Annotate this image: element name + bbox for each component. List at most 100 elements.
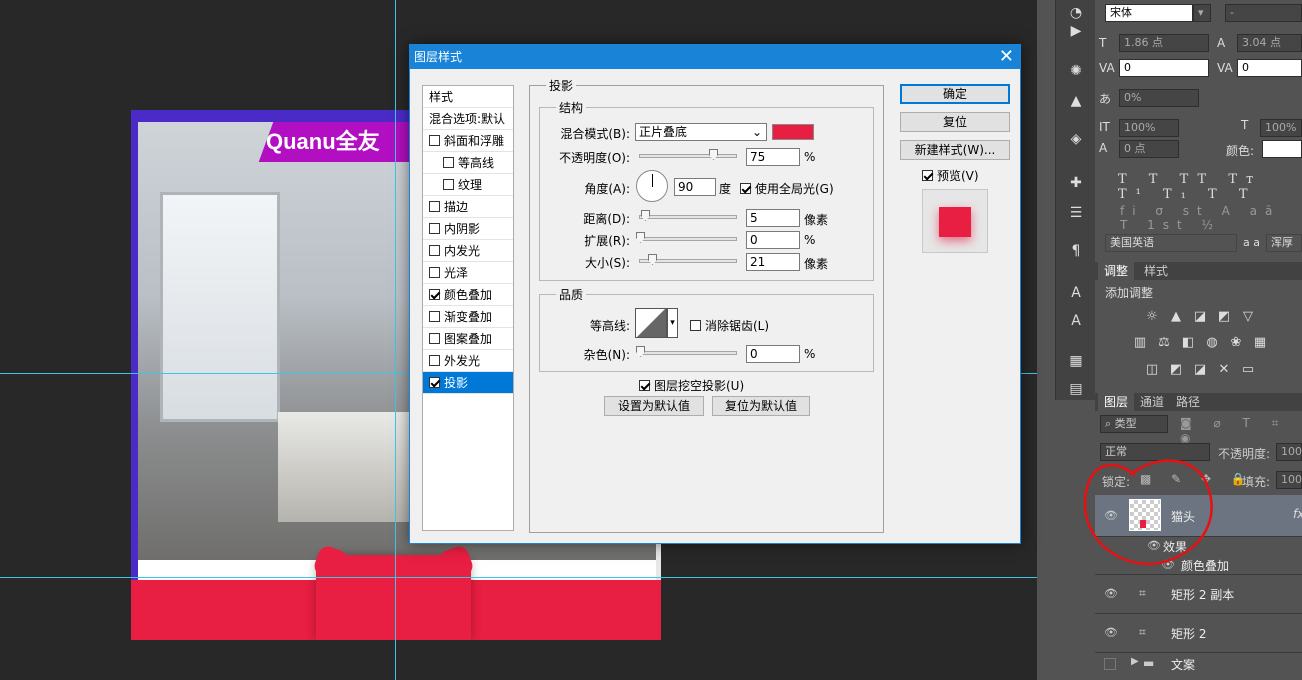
styles-header[interactable]: 样式	[423, 86, 513, 108]
spread-input[interactable]: 0	[746, 231, 800, 249]
tab-adjustments[interactable]: 调整	[1098, 262, 1135, 280]
style-item-outer-glow[interactable]: 外发光	[423, 350, 513, 372]
eye-icon[interactable]: 👁	[1104, 626, 1118, 639]
angle-dial[interactable]	[636, 170, 668, 202]
histogram-icon[interactable]: ◔	[1066, 4, 1086, 22]
eye-icon[interactable]: 👁	[1104, 587, 1118, 600]
checkbox[interactable]	[429, 289, 440, 300]
spread-slider[interactable]	[636, 232, 737, 243]
preview-checkbox[interactable]: 预览(V)	[922, 167, 979, 184]
tool-presets-icon[interactable]: ☰	[1066, 204, 1086, 222]
reset-button[interactable]: 复位	[900, 112, 1010, 132]
opacity-input[interactable]: 75	[746, 148, 800, 166]
chevron-down-icon[interactable]: ▾	[667, 308, 678, 338]
checkbox[interactable]	[429, 377, 440, 388]
layer-row-group-copy[interactable]: ▶ ▬ 文案	[1095, 653, 1302, 680]
style-item-color-overlay[interactable]: 颜色叠加	[423, 284, 513, 306]
antialias-select[interactable]: 浑厚	[1266, 234, 1302, 252]
new-style-button[interactable]: 新建样式(W)...	[900, 140, 1010, 160]
vertical-scale-field[interactable]: 100%	[1119, 119, 1179, 137]
checkbox[interactable]	[429, 135, 440, 146]
checkbox[interactable]	[429, 311, 440, 322]
style-item-stroke[interactable]: 描边	[423, 196, 513, 218]
tab-styles[interactable]: 样式	[1138, 262, 1174, 280]
contour-picker[interactable]	[635, 308, 667, 338]
font-size-field[interactable]: 1.86 点	[1119, 34, 1209, 52]
shadow-color-swatch[interactable]	[772, 124, 814, 140]
make-default-button[interactable]: 设置为默认值	[604, 396, 704, 416]
angle-input[interactable]: 90	[674, 178, 716, 196]
layer-row-rect2-copy[interactable]: 👁 ⌗ 矩形 2 副本	[1095, 575, 1302, 614]
font-style-select[interactable]: -	[1225, 4, 1302, 22]
opentype-buttons[interactable]: fi σ st A aā T 1st ½	[1120, 204, 1302, 232]
knockout-checkbox[interactable]: 图层挖空投影(U)	[639, 377, 744, 394]
font-family-select[interactable]: 宋体	[1105, 4, 1193, 22]
checkbox[interactable]	[443, 157, 454, 168]
style-item-inner-glow[interactable]: 内发光	[423, 240, 513, 262]
opacity-slider[interactable]	[639, 149, 737, 160]
slider-thumb[interactable]	[709, 149, 718, 160]
size-input[interactable]: 21	[746, 253, 800, 271]
checkbox[interactable]	[443, 179, 454, 190]
noise-input[interactable]: 0	[746, 345, 800, 363]
distance-slider[interactable]	[639, 210, 737, 221]
fx-icon[interactable]: fx	[1293, 507, 1302, 521]
fill-field[interactable]: 100%	[1276, 471, 1302, 489]
tsume-field[interactable]: 0%	[1119, 89, 1199, 107]
style-item-drop-shadow[interactable]: 投影	[423, 372, 513, 394]
vibrance-icon[interactable]: ▽	[1240, 310, 1256, 324]
style-item-pattern-overlay[interactable]: 图案叠加	[423, 328, 513, 350]
brush-icon[interactable]: ✚	[1066, 174, 1086, 192]
slider-thumb[interactable]	[636, 346, 645, 357]
style-item-inner-shadow[interactable]: 内阴影	[423, 218, 513, 240]
brush-settings-icon[interactable]: ✺	[1066, 62, 1086, 80]
blend-options-item[interactable]: 混合选项:默认	[423, 108, 513, 130]
tracking-field[interactable]: 0	[1237, 59, 1302, 77]
checkbox[interactable]	[429, 223, 440, 234]
close-icon[interactable]: ✕	[999, 45, 1014, 69]
checkbox[interactable]	[429, 355, 440, 366]
ok-button[interactable]: 确定	[900, 84, 1010, 104]
visibility-box[interactable]	[1104, 658, 1116, 670]
expand-arrow-icon[interactable]: ▶	[1131, 656, 1139, 667]
checkbox[interactable]	[429, 333, 440, 344]
slider-thumb[interactable]	[648, 254, 657, 265]
blend-mode-select[interactable]: 正片叠底 ⌄	[635, 123, 767, 141]
antialias-checkbox[interactable]: 消除锯齿(L)	[690, 317, 769, 334]
style-item-satin[interactable]: 光泽	[423, 262, 513, 284]
kerning-field[interactable]: 0	[1119, 59, 1209, 77]
leading-field[interactable]: 3.04 点	[1237, 34, 1302, 52]
reset-default-button[interactable]: 复位为默认值	[712, 396, 810, 416]
faux-style-buttons[interactable]: T T TT Tт T¹ T₁ T T	[1118, 172, 1302, 202]
play-icon[interactable]: ▶	[1066, 22, 1086, 40]
noise-slider[interactable]	[636, 346, 737, 357]
text-color-swatch[interactable]	[1262, 140, 1302, 158]
paragraph-icon[interactable]: ¶	[1066, 242, 1086, 260]
checkbox[interactable]	[922, 170, 933, 181]
font-family-dropdown[interactable]: ▾	[1193, 4, 1211, 22]
slider-thumb[interactable]	[636, 232, 645, 243]
layer-opacity-field[interactable]: 100%	[1276, 443, 1302, 461]
slider-thumb[interactable]	[641, 210, 650, 221]
color-lookup-icon[interactable]: ▦	[1252, 336, 1268, 350]
style-item-contour[interactable]: 等高线	[423, 152, 513, 174]
baseline-field[interactable]: 0 点	[1119, 140, 1179, 158]
style-item-texture[interactable]: 纹理	[423, 174, 513, 196]
layer-row-rect2[interactable]: 👁 ⌗ 矩形 2	[1095, 614, 1302, 653]
distance-input[interactable]: 5	[746, 209, 800, 227]
global-light-checkbox[interactable]: 使用全局光(G)	[740, 180, 834, 197]
3d-icon[interactable]: ◈	[1066, 130, 1086, 148]
checkbox[interactable]	[639, 380, 650, 391]
checkbox[interactable]	[429, 245, 440, 256]
language-select[interactable]: 美国英语	[1105, 234, 1237, 252]
horizontal-scale-field[interactable]: 100%	[1260, 119, 1302, 137]
size-slider[interactable]	[639, 254, 737, 265]
clone-source-icon[interactable]: ▲	[1066, 92, 1086, 110]
style-item-bevel[interactable]: 斜面和浮雕	[423, 130, 513, 152]
checkbox[interactable]	[429, 201, 440, 212]
checkbox[interactable]	[429, 267, 440, 278]
checkbox[interactable]	[690, 320, 701, 331]
style-item-gradient-overlay[interactable]: 渐变叠加	[423, 306, 513, 328]
gradient-map-icon[interactable]: ▭	[1240, 363, 1256, 377]
checkbox[interactable]	[740, 183, 751, 194]
